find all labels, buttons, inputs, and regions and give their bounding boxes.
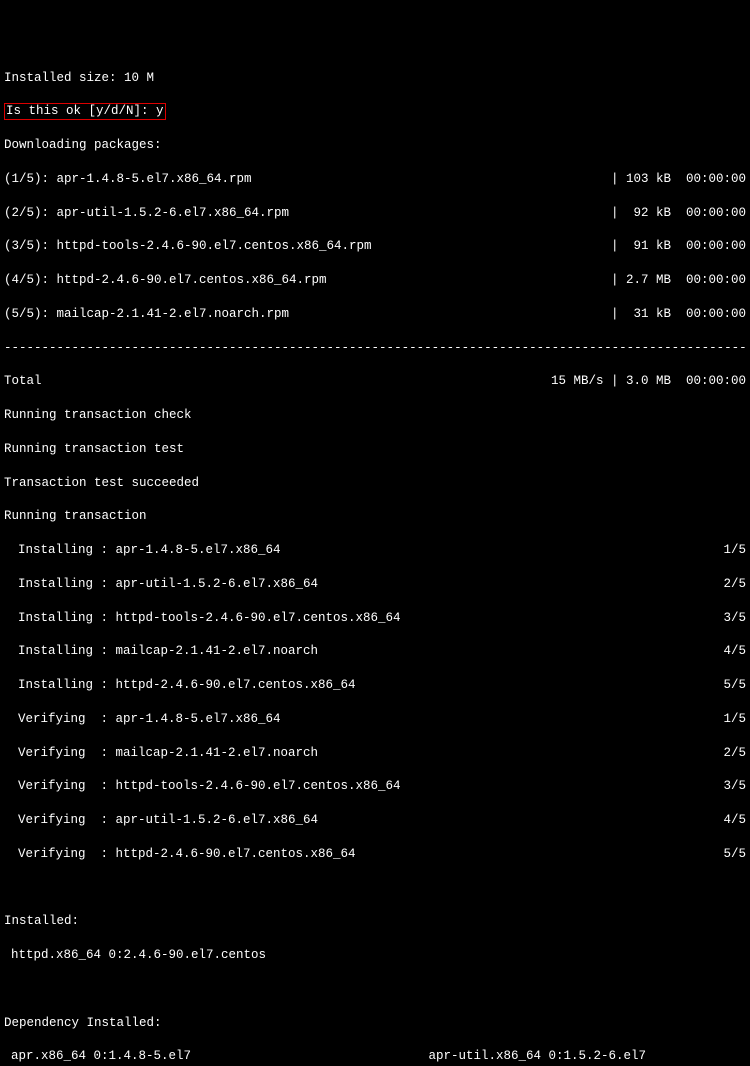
dep-row: apr.x86_64 0:1.4.8-5.el7apr-util.x86_64 …: [4, 1048, 746, 1065]
verify-step-row: Verifying : apr-util-1.5.2-6.el7.x86_644…: [4, 812, 746, 829]
install-step-row: Installing : apr-util-1.5.2-6.el7.x86_64…: [4, 576, 746, 593]
download-row: (4/5): httpd-2.4.6-90.el7.centos.x86_64.…: [4, 272, 746, 289]
total-row: Total15 MB/s | 3.0 MB 00:00:00: [4, 373, 746, 390]
confirm-prompt-highlight: Is this ok [y/d/N]: y: [4, 103, 166, 120]
download-row: (5/5): mailcap-2.1.41-2.el7.noarch.rpm| …: [4, 306, 746, 323]
installed-size-line: Installed size: 10 M: [4, 70, 746, 87]
blank-line: [4, 880, 746, 897]
blank-line: [4, 981, 746, 998]
txn-run-line: Running transaction: [4, 508, 746, 525]
download-row: (2/5): apr-util-1.5.2-6.el7.x86_64.rpm| …: [4, 205, 746, 222]
verify-step-row: Verifying : httpd-tools-2.4.6-90.el7.cen…: [4, 778, 746, 795]
download-row: (3/5): httpd-tools-2.4.6-90.el7.centos.x…: [4, 238, 746, 255]
installed-header: Installed:: [4, 913, 746, 930]
install-step-row: Installing : apr-1.4.8-5.el7.x86_641/5: [4, 542, 746, 559]
install-step-row: Installing : httpd-2.4.6-90.el7.centos.x…: [4, 677, 746, 694]
separator-line: ----------------------------------------…: [4, 340, 746, 357]
terminal-output: Installed size: 10 M Is this ok [y/d/N]:…: [0, 51, 750, 1066]
verify-step-row: Verifying : httpd-2.4.6-90.el7.centos.x8…: [4, 846, 746, 863]
verify-step-row: Verifying : mailcap-2.1.41-2.el7.noarch2…: [4, 745, 746, 762]
download-row: (1/5): apr-1.4.8-5.el7.x86_64.rpm| 103 k…: [4, 171, 746, 188]
txn-test-line: Running transaction test: [4, 441, 746, 458]
txn-test-ok-line: Transaction test succeeded: [4, 475, 746, 492]
install-step-row: Installing : mailcap-2.1.41-2.el7.noarch…: [4, 643, 746, 660]
txn-check-line: Running transaction check: [4, 407, 746, 424]
dep-installed-header: Dependency Installed:: [4, 1015, 746, 1032]
install-step-row: Installing : httpd-tools-2.4.6-90.el7.ce…: [4, 610, 746, 627]
verify-step-row: Verifying : apr-1.4.8-5.el7.x86_641/5: [4, 711, 746, 728]
installed-item: httpd.x86_64 0:2.4.6-90.el7.centos: [4, 947, 746, 964]
downloading-header: Downloading packages:: [4, 137, 746, 154]
